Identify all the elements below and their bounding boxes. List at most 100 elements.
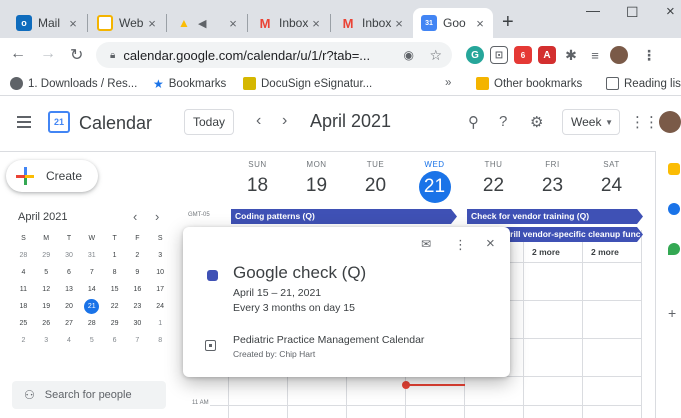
mini-day[interactable]: 4 <box>12 264 35 281</box>
tab-audio[interactable]: ▲ ◀ × <box>168 8 246 38</box>
mini-day[interactable]: 1 <box>103 247 126 264</box>
mini-day[interactable]: 7 <box>126 332 149 349</box>
day-date[interactable]: 23 <box>523 173 582 199</box>
day-header-mon[interactable]: MON 19 <box>287 160 346 199</box>
help-icon[interactable]: ? <box>499 113 507 130</box>
mini-day-selected[interactable]: 21 <box>80 298 103 315</box>
mini-day[interactable]: 27 <box>58 315 81 332</box>
search-icon[interactable]: ⚲ <box>468 113 479 131</box>
mini-day[interactable]: 9 <box>126 264 149 281</box>
address-bar[interactable]: 🔒︎ calendar.google.com/calendar/u/1/r?ta… <box>96 42 452 68</box>
today-button[interactable]: Today <box>184 109 234 135</box>
day-header-sun[interactable]: SUN 18 <box>228 160 287 199</box>
window-close-icon[interactable]: × <box>666 3 675 20</box>
more-options-icon[interactable]: ⋮ <box>454 237 467 253</box>
email-icon[interactable]: ✉ <box>421 237 431 251</box>
back-icon[interactable]: ← <box>10 45 26 63</box>
minimize-icon[interactable]: — <box>586 2 600 18</box>
mini-day[interactable]: 8 <box>149 332 172 349</box>
main-menu-icon[interactable] <box>17 116 31 128</box>
mini-day[interactable]: 6 <box>58 264 81 281</box>
mini-day[interactable]: 31 <box>80 247 103 264</box>
profile-avatar[interactable] <box>610 46 628 64</box>
extension-badge-icon[interactable]: 6 <box>514 46 532 64</box>
mini-day[interactable]: 25 <box>12 315 35 332</box>
puzzle-icon[interactable]: ✱ <box>562 46 580 64</box>
view-select[interactable]: Week ▼ <box>562 109 620 135</box>
close-icon[interactable]: × <box>145 16 159 31</box>
grammarly-icon[interactable]: G <box>466 46 484 64</box>
mini-day[interactable]: 3 <box>149 247 172 264</box>
day-date-today[interactable]: 21 <box>418 171 451 203</box>
mini-day[interactable]: 11 <box>12 281 35 298</box>
day-header-wed[interactable]: WED 21 <box>405 160 464 203</box>
media-icon[interactable]: ≡ <box>586 46 604 64</box>
mini-day[interactable]: 22 <box>103 298 126 315</box>
allday-event[interactable]: Coding patterns (Q) <box>231 209 457 224</box>
day-header-thu[interactable]: THU 22 <box>464 160 523 199</box>
chevron-right-icon[interactable]: › <box>155 209 159 224</box>
chevron-left-icon[interactable]: ‹ <box>256 112 261 130</box>
tab-calendar[interactable]: 31 Goo × <box>413 8 493 38</box>
mini-day[interactable]: 10 <box>149 264 172 281</box>
bookmark-other[interactable]: Other bookmarks <box>476 77 582 90</box>
add-addon-icon[interactable]: + <box>668 305 676 321</box>
day-date[interactable]: 19 <box>287 173 346 199</box>
maps-icon[interactable] <box>668 243 680 255</box>
new-tab-button[interactable]: + <box>502 11 514 34</box>
mini-day[interactable]: 2 <box>12 332 35 349</box>
mini-day[interactable]: 14 <box>80 281 103 298</box>
allday-event[interactable]: Drill vendor-specific cleanup func <box>500 227 643 242</box>
mini-day[interactable]: 5 <box>80 332 103 349</box>
mini-day[interactable]: 24 <box>149 298 172 315</box>
close-icon[interactable]: × <box>309 16 323 31</box>
mini-day[interactable]: 13 <box>58 281 81 298</box>
day-date[interactable]: 24 <box>582 173 641 199</box>
mini-day[interactable]: 8 <box>103 264 126 281</box>
kebab-menu-icon[interactable]: ⋮ <box>640 46 658 64</box>
tab-inbox-2[interactable]: M Inbox × <box>332 8 412 38</box>
mini-day[interactable]: 30 <box>58 247 81 264</box>
chevron-left-icon[interactable]: ‹ <box>133 209 137 224</box>
mini-day[interactable]: 28 <box>12 247 35 264</box>
mini-day[interactable]: 5 <box>35 264 58 281</box>
search-people-input[interactable]: ⚇ Search for people <box>12 381 166 409</box>
speaker-icon[interactable]: ◀ <box>198 17 226 30</box>
tab-inbox-1[interactable]: M Inbox × <box>249 8 329 38</box>
mini-day[interactable]: 2 <box>126 247 149 264</box>
bookmark-downloads[interactable]: 1. Downloads / Res... <box>10 77 137 90</box>
extension-icon[interactable]: ⊡ <box>490 46 508 64</box>
allday-event[interactable]: Check for vendor training (Q) <box>467 209 643 224</box>
maximize-icon[interactable]: ☐ <box>626 4 639 21</box>
mini-day[interactable]: 7 <box>80 264 103 281</box>
keep-icon[interactable] <box>668 163 680 175</box>
mini-day[interactable]: 29 <box>35 247 58 264</box>
reload-icon[interactable]: ↻ <box>70 45 83 65</box>
day-header-tue[interactable]: TUE 20 <box>346 160 405 199</box>
forward-icon[interactable]: → <box>40 45 56 63</box>
tab-web[interactable]: Web × <box>89 8 165 38</box>
mini-day[interactable]: 1 <box>149 315 172 332</box>
mini-day[interactable]: 28 <box>80 315 103 332</box>
mini-day[interactable]: 23 <box>126 298 149 315</box>
mini-day[interactable]: 29 <box>103 315 126 332</box>
eye-icon[interactable]: ◉ <box>404 48 414 62</box>
gear-icon[interactable]: ⚙ <box>530 113 543 131</box>
close-icon[interactable]: × <box>486 235 495 252</box>
star-icon[interactable]: ☆ <box>429 47 442 64</box>
mini-day[interactable]: 3 <box>35 332 58 349</box>
mini-day[interactable]: 15 <box>103 281 126 298</box>
close-icon[interactable]: × <box>392 16 406 31</box>
bookmark-docusign[interactable]: DocuSign eSignatur... <box>243 77 372 90</box>
tab-mail[interactable]: o Mail × <box>8 8 86 38</box>
mini-day[interactable]: 12 <box>35 281 58 298</box>
chevron-right-icon[interactable]: › <box>282 112 287 130</box>
more-events-link[interactable]: 2 more <box>532 247 560 257</box>
pdf-icon[interactable]: A <box>538 46 556 64</box>
mini-day[interactable]: 18 <box>12 298 35 315</box>
day-date[interactable]: 22 <box>464 173 523 199</box>
day-header-fri[interactable]: FRI 23 <box>523 160 582 199</box>
mini-day[interactable]: 16 <box>126 281 149 298</box>
bookmark-reading-list[interactable]: Reading list <box>606 77 681 90</box>
mini-day[interactable]: 19 <box>35 298 58 315</box>
